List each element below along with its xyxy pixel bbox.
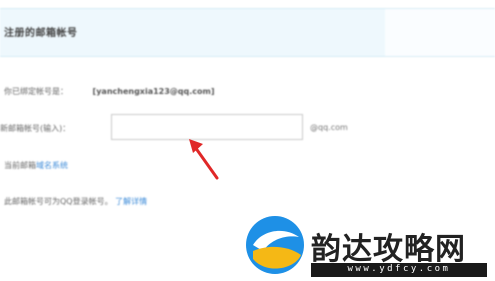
bound-email-value: [yanchengxia123@qq.com]	[92, 87, 215, 96]
watermark-name: 韵达攻略网	[311, 232, 466, 267]
section-header-right	[385, 8, 495, 57]
email-domain-suffix: @qq.com	[310, 123, 348, 132]
watermark-brand: 韵达攻略网 www.ydfcy.com	[245, 212, 495, 281]
help-row-2: 此邮箱帐号可为QQ登录帐号。 了解详情	[4, 196, 147, 207]
help-row-2-link[interactable]: 了解详情	[115, 197, 147, 206]
bound-email-label: 你已绑定帐号是：	[4, 87, 68, 96]
red-arrow-annotation	[189, 139, 219, 180]
new-email-label: 新邮箱帐号(输入)：	[0, 124, 71, 133]
help-row-1: 当前邮箱域名系统	[4, 160, 68, 171]
help-row-1-text: 当前邮箱	[4, 161, 36, 170]
watermark-url-bar: www.ydfcy.com	[311, 263, 487, 277]
watermark-url: www.ydfcy.com	[347, 264, 451, 274]
brand-logo-icon	[246, 216, 304, 274]
bound-email-row: 你已绑定帐号是： [yanchengxia123@qq.com]	[4, 86, 215, 97]
help-row-2-text: 此邮箱帐号可为QQ登录帐号。	[4, 197, 113, 206]
help-row-1-link[interactable]: 域名系统	[36, 161, 68, 170]
section-header: 注册的邮箱帐号	[0, 8, 385, 57]
section-title: 注册的邮箱帐号	[4, 28, 78, 39]
new-email-input[interactable]	[111, 114, 303, 140]
